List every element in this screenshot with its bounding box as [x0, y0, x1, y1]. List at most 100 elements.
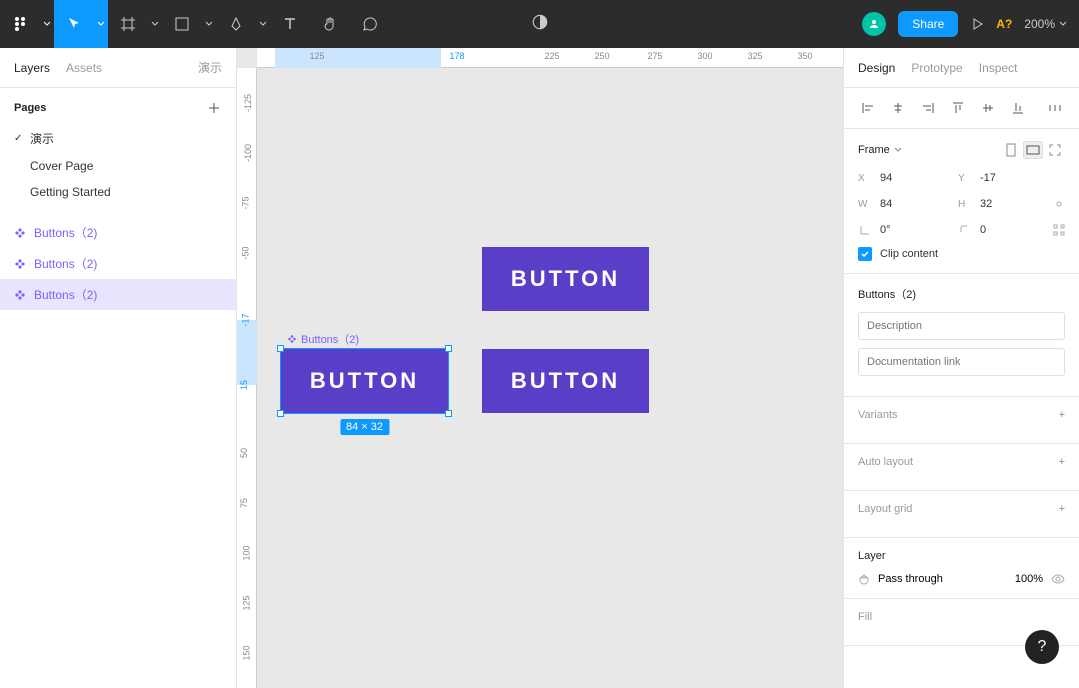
shape-tool-button[interactable]	[162, 0, 202, 48]
add-autolayout-button[interactable]: +	[1059, 456, 1065, 468]
right-panel: Design Prototype Inspect Frame	[843, 48, 1079, 688]
page-item[interactable]: Getting Started	[0, 179, 236, 205]
align-bottom-button[interactable]	[1008, 98, 1028, 118]
ruler-vertical: -125-100-75-50-17155075100125150	[237, 68, 257, 688]
align-controls	[844, 88, 1079, 129]
canvas-button-element[interactable]: BUTTON	[281, 349, 448, 413]
corner-radius-input[interactable]	[978, 221, 1036, 239]
play-icon[interactable]	[970, 17, 984, 31]
dimension-badge: 84 × 32	[340, 419, 389, 435]
orientation-landscape-button[interactable]	[1023, 141, 1043, 159]
text-icon	[282, 16, 298, 32]
frame-section: Frame X Y W H	[844, 129, 1079, 274]
corner-icon	[958, 224, 972, 236]
align-hcenter-button[interactable]	[888, 98, 908, 118]
tab-design[interactable]: Design	[858, 61, 895, 75]
resize-to-fit-button[interactable]	[1045, 141, 1065, 159]
comment-tool-button[interactable]	[350, 0, 390, 48]
hand-icon	[322, 16, 338, 32]
layer-section: Layer Pass through 100%	[844, 538, 1079, 599]
angle-icon	[858, 224, 872, 236]
pen-tool-button[interactable]	[216, 0, 256, 48]
selection-handle[interactable]	[277, 410, 284, 417]
toolbar-center	[531, 13, 549, 36]
contrast-icon[interactable]	[531, 13, 549, 31]
hand-tool-button[interactable]	[310, 0, 350, 48]
page-item[interactable]: 演示	[0, 124, 236, 153]
y-input[interactable]	[978, 169, 1036, 187]
layer-item[interactable]: Buttons（2)	[0, 248, 236, 279]
add-layoutgrid-button[interactable]: +	[1059, 503, 1065, 515]
align-left-button[interactable]	[858, 98, 878, 118]
move-tool-button[interactable]	[54, 0, 94, 48]
figma-logo-icon	[12, 16, 28, 32]
documentation-link-input[interactable]	[858, 348, 1065, 376]
shape-tool-chevron[interactable]	[202, 0, 216, 48]
notification-badge[interactable]: A?	[996, 17, 1012, 31]
plus-icon	[208, 102, 220, 114]
zoom-control[interactable]: 200%	[1024, 17, 1067, 31]
text-tool-button[interactable]	[270, 0, 310, 48]
main-menu-button[interactable]	[0, 0, 40, 48]
chevron-down-icon[interactable]	[894, 146, 902, 154]
check-icon	[860, 249, 870, 259]
align-right-button[interactable]	[918, 98, 938, 118]
tab-assets[interactable]: Assets	[66, 61, 102, 75]
page-item[interactable]: Cover Page	[0, 153, 236, 179]
share-button[interactable]: Share	[898, 11, 958, 37]
blend-mode-select[interactable]: Pass through	[878, 573, 943, 585]
layer-item[interactable]: Buttons（2)	[0, 279, 236, 310]
width-input[interactable]	[878, 195, 936, 213]
selection-handle[interactable]	[445, 410, 452, 417]
tab-layers[interactable]: Layers	[14, 61, 50, 75]
layoutgrid-section: Layout grid+	[844, 491, 1079, 538]
rotation-input[interactable]	[878, 221, 936, 239]
add-variant-button[interactable]: +	[1059, 409, 1065, 421]
tab-prototype[interactable]: Prototype	[911, 61, 962, 75]
frame-tool-chevron[interactable]	[148, 0, 162, 48]
frame-icon	[120, 16, 136, 32]
canvas-button-element[interactable]: BUTTON	[482, 247, 649, 311]
user-avatar[interactable]	[862, 12, 886, 36]
orientation-portrait-button[interactable]	[1001, 141, 1021, 159]
link-dimensions-icon[interactable]	[1053, 198, 1065, 210]
top-toolbar: Share A? 200%	[0, 0, 1079, 48]
component-icon	[14, 258, 26, 270]
main-menu-chevron[interactable]	[40, 0, 54, 48]
align-vcenter-button[interactable]	[978, 98, 998, 118]
help-button[interactable]: ?	[1025, 630, 1059, 664]
ruler-horizontal: 125178225250275300325350	[257, 48, 843, 68]
selection-label: Buttons（2)	[287, 331, 359, 347]
left-panel: Layers Assets 演示 Pages 演示Cover PageGetti…	[0, 48, 237, 688]
tab-inspect[interactable]: Inspect	[979, 61, 1018, 75]
frame-tool-button[interactable]	[108, 0, 148, 48]
selection-handle[interactable]	[277, 345, 284, 352]
cursor-icon	[66, 16, 82, 32]
align-top-button[interactable]	[948, 98, 968, 118]
visibility-icon[interactable]	[1051, 572, 1065, 586]
opacity-input[interactable]: 100%	[1015, 573, 1043, 585]
canvas-button-element[interactable]: BUTTON	[482, 349, 649, 413]
component-section: Buttons（2)	[844, 274, 1079, 397]
autolayout-section: Auto layout+	[844, 444, 1079, 491]
x-input[interactable]	[878, 169, 936, 187]
layer-item[interactable]: Buttons（2)	[0, 217, 236, 248]
variants-section: Variants+	[844, 397, 1079, 444]
tab-page-dropdown[interactable]: 演示	[198, 59, 222, 76]
distribute-button[interactable]	[1045, 98, 1065, 118]
component-icon	[14, 227, 26, 239]
canvas-area[interactable]: 125178225250275300325350 -125-100-75-50-…	[237, 48, 843, 688]
selection-handle[interactable]	[445, 345, 452, 352]
pen-tool-chevron[interactable]	[256, 0, 270, 48]
add-page-button[interactable]	[206, 100, 222, 116]
move-tool-chevron[interactable]	[94, 0, 108, 48]
independent-corners-icon[interactable]	[1053, 224, 1065, 236]
height-input[interactable]	[978, 195, 1036, 213]
comment-icon	[362, 16, 378, 32]
blend-icon	[858, 573, 870, 585]
description-input[interactable]	[858, 312, 1065, 340]
pages-header: Pages	[0, 88, 236, 124]
rectangle-icon	[174, 16, 190, 32]
component-icon	[14, 289, 26, 301]
clip-content-checkbox[interactable]	[858, 247, 872, 261]
